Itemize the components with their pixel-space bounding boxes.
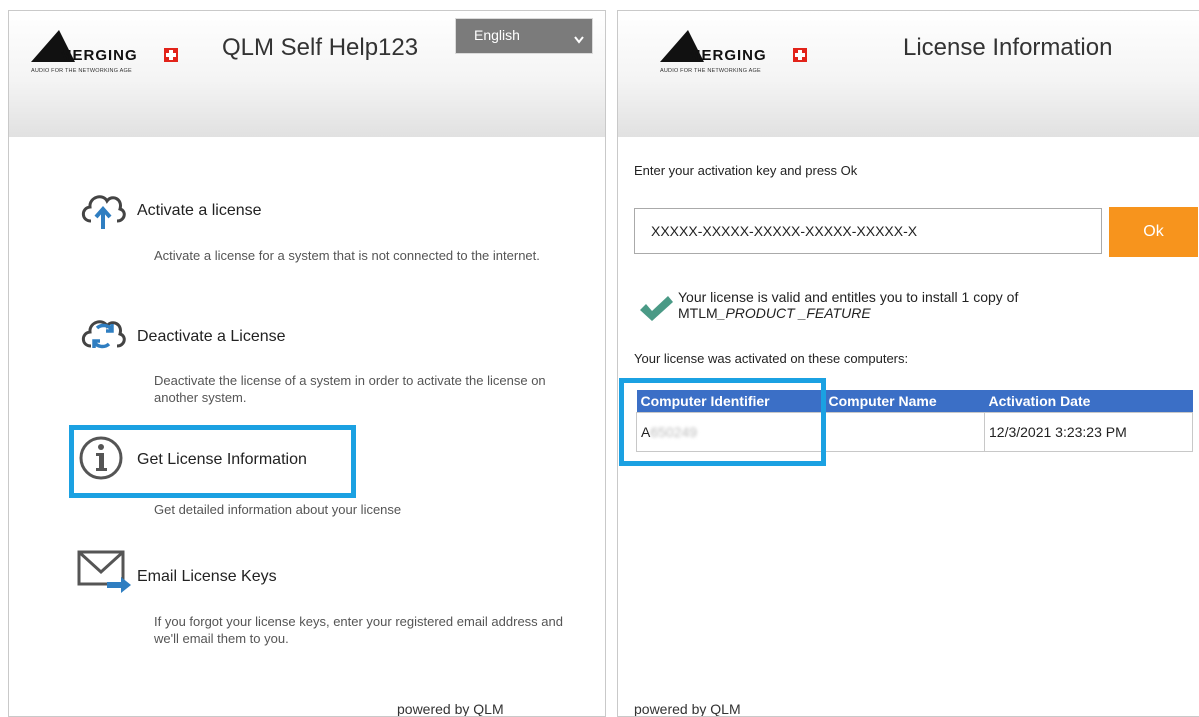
item-label[interactable]: Email License Keys <box>137 568 277 586</box>
powered-by-link[interactable]: powered by QLM <box>634 701 741 716</box>
header: MERGING AUDIO FOR THE NETWORKING AGE Lic… <box>618 11 1199 137</box>
item-description: Activate a license for a system that is … <box>154 248 540 263</box>
activated-computers-heading: Your license was activated on these comp… <box>634 351 909 366</box>
header: MERGING AUDIO FOR THE NETWORKING AGE QLM… <box>9 11 605 137</box>
logo-tagline: AUDIO FOR THE NETWORKING AGE <box>31 68 132 74</box>
item-description: Deactivate the license of a system in or… <box>154 373 546 405</box>
powered-by-link[interactable]: powered by QLM <box>397 701 504 716</box>
activation-prompt: Enter your activation key and press Ok <box>634 163 858 178</box>
item-description: Get detailed information about your lice… <box>154 502 402 517</box>
activation-date-cell: 12/3/2021 3:23:23 PM <box>984 412 1193 452</box>
cloud-upload-icon <box>77 181 129 233</box>
license-information-panel: MERGING AUDIO FOR THE NETWORKING AGE Lic… <box>617 10 1199 717</box>
self-help-panel: MERGING AUDIO FOR THE NETWORKING AGE QLM… <box>8 10 606 717</box>
merging-logo: MERGING AUDIO FOR THE NETWORKING AGE <box>658 26 818 76</box>
page-title: QLM Self Help123 <box>222 34 419 61</box>
logo-text: MERGING <box>688 47 767 64</box>
page-title: License Information <box>903 34 1113 61</box>
merging-logo: MERGING AUDIO FOR THE NETWORKING AGE <box>29 26 189 76</box>
language-value: English <box>474 27 520 43</box>
column-header: Activation Date <box>984 390 1193 413</box>
checkmark-icon <box>638 294 674 322</box>
item-description: If you forgot your license keys, enter y… <box>154 614 563 646</box>
ok-button[interactable]: Ok <box>1109 207 1198 257</box>
product-name: _PRODUCT _FEATURE <box>717 305 871 321</box>
cloud-sync-icon <box>77 306 129 358</box>
item-label[interactable]: Activate a license <box>137 202 262 220</box>
highlight-box <box>69 425 356 498</box>
valid-line: Your license is valid and entitles you t… <box>678 289 1019 305</box>
license-valid-message: Your license is valid and entitles you t… <box>678 289 1018 321</box>
logo-text: MERGING <box>59 47 138 64</box>
chevron-down-icon <box>574 31 584 47</box>
envelope-icon <box>77 548 131 600</box>
highlight-box <box>619 378 826 466</box>
activation-key-input[interactable] <box>634 208 1102 254</box>
column-header: Computer Name <box>824 390 985 413</box>
product-prefix: MTLM <box>678 305 718 321</box>
computer-name-cell <box>824 412 985 452</box>
logo-tagline: AUDIO FOR THE NETWORKING AGE <box>660 68 761 74</box>
item-label[interactable]: Deactivate a License <box>137 328 286 346</box>
product-line: MTLM_PRODUCT _FEATURE <box>678 305 1018 321</box>
language-select[interactable]: English <box>455 18 593 54</box>
